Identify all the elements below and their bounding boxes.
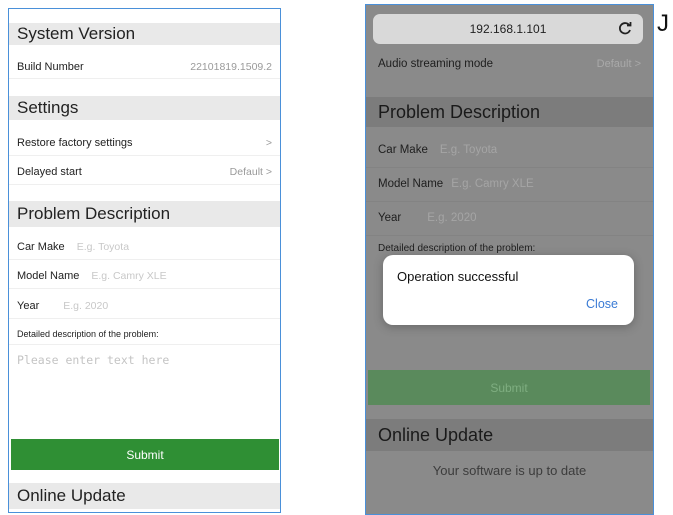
audio-streaming-value: Default > — [596, 58, 641, 70]
car-make-row: Car Make E.g. Toyota — [366, 135, 653, 165]
divider — [366, 167, 653, 168]
model-name-label: Model Name — [378, 178, 444, 190]
model-name-row: Model Name E.g. Camry XLE — [9, 263, 280, 289]
year-row: Year E.g. 2020 — [9, 293, 280, 319]
corner-letter: J — [657, 10, 669, 37]
detail-description-label: Detailed description of the problem: — [9, 323, 280, 345]
chevron-right-icon: > — [265, 136, 272, 149]
model-name-input[interactable]: E.g. Camry XLE — [451, 178, 533, 190]
delayed-start-value: Default > — [229, 165, 272, 178]
reload-icon[interactable] — [617, 20, 633, 36]
delayed-start-label: Delayed start — [17, 165, 82, 178]
delayed-start-row[interactable]: Delayed start Default > — [9, 159, 280, 185]
audio-streaming-row[interactable]: Audio streaming mode Default > — [366, 53, 653, 75]
year-input[interactable]: E.g. 2020 — [63, 300, 108, 312]
car-make-input[interactable]: E.g. Toyota — [77, 241, 129, 253]
car-make-input[interactable]: E.g. Toyota — [440, 144, 497, 156]
build-number-row: Build Number 22101819.1509.2 — [9, 55, 280, 79]
update-status-text: Your software is up to date — [432, 463, 587, 478]
dialog-message: Operation successful — [397, 269, 519, 284]
left-phone-screen: System Version Build Number 22101819.150… — [8, 8, 281, 513]
restore-factory-settings-row[interactable]: Restore factory settings > — [9, 130, 280, 156]
section-header-settings: Settings — [9, 96, 280, 120]
section-header-online-update: Online Update — [9, 483, 280, 509]
car-make-label: Car Make — [17, 240, 65, 253]
submit-button[interactable]: Submit — [11, 439, 279, 470]
submit-button[interactable]: Submit — [368, 370, 650, 405]
build-number-value: 22101819.1509.2 — [190, 60, 272, 73]
restore-factory-settings-label: Restore factory settings — [17, 136, 133, 149]
model-name-input[interactable]: E.g. Camry XLE — [91, 270, 166, 282]
divider — [366, 201, 653, 202]
section-header-problem-description: Problem Description — [9, 201, 280, 227]
car-make-row: Car Make E.g. Toyota — [9, 234, 280, 260]
car-make-label: Car Make — [378, 144, 428, 156]
section-header-online-update: Online Update — [366, 419, 653, 451]
year-row: Year E.g. 2020 — [366, 203, 653, 233]
model-name-row: Model Name E.g. Camry XLE — [366, 169, 653, 199]
year-input[interactable]: E.g. 2020 — [427, 212, 476, 224]
right-phone-screen: 192.168.1.101 Audio streaming mode Defau… — [365, 4, 654, 515]
section-header-system-version: System Version — [9, 23, 280, 45]
build-number-label: Build Number — [17, 60, 84, 73]
year-label: Year — [17, 299, 40, 312]
divider — [366, 235, 653, 236]
success-dialog: Operation successful Close — [383, 255, 634, 325]
audio-streaming-label: Audio streaming mode — [378, 58, 494, 70]
browser-url-bar[interactable]: 192.168.1.101 — [373, 14, 643, 44]
dialog-close-button[interactable]: Close — [586, 297, 618, 311]
year-label: Year — [378, 212, 402, 224]
detail-description-textarea[interactable]: Please enter text here — [9, 347, 280, 433]
section-header-problem-description: Problem Description — [366, 97, 653, 127]
model-name-label: Model Name — [17, 269, 80, 282]
url-text: 192.168.1.101 — [469, 22, 547, 36]
